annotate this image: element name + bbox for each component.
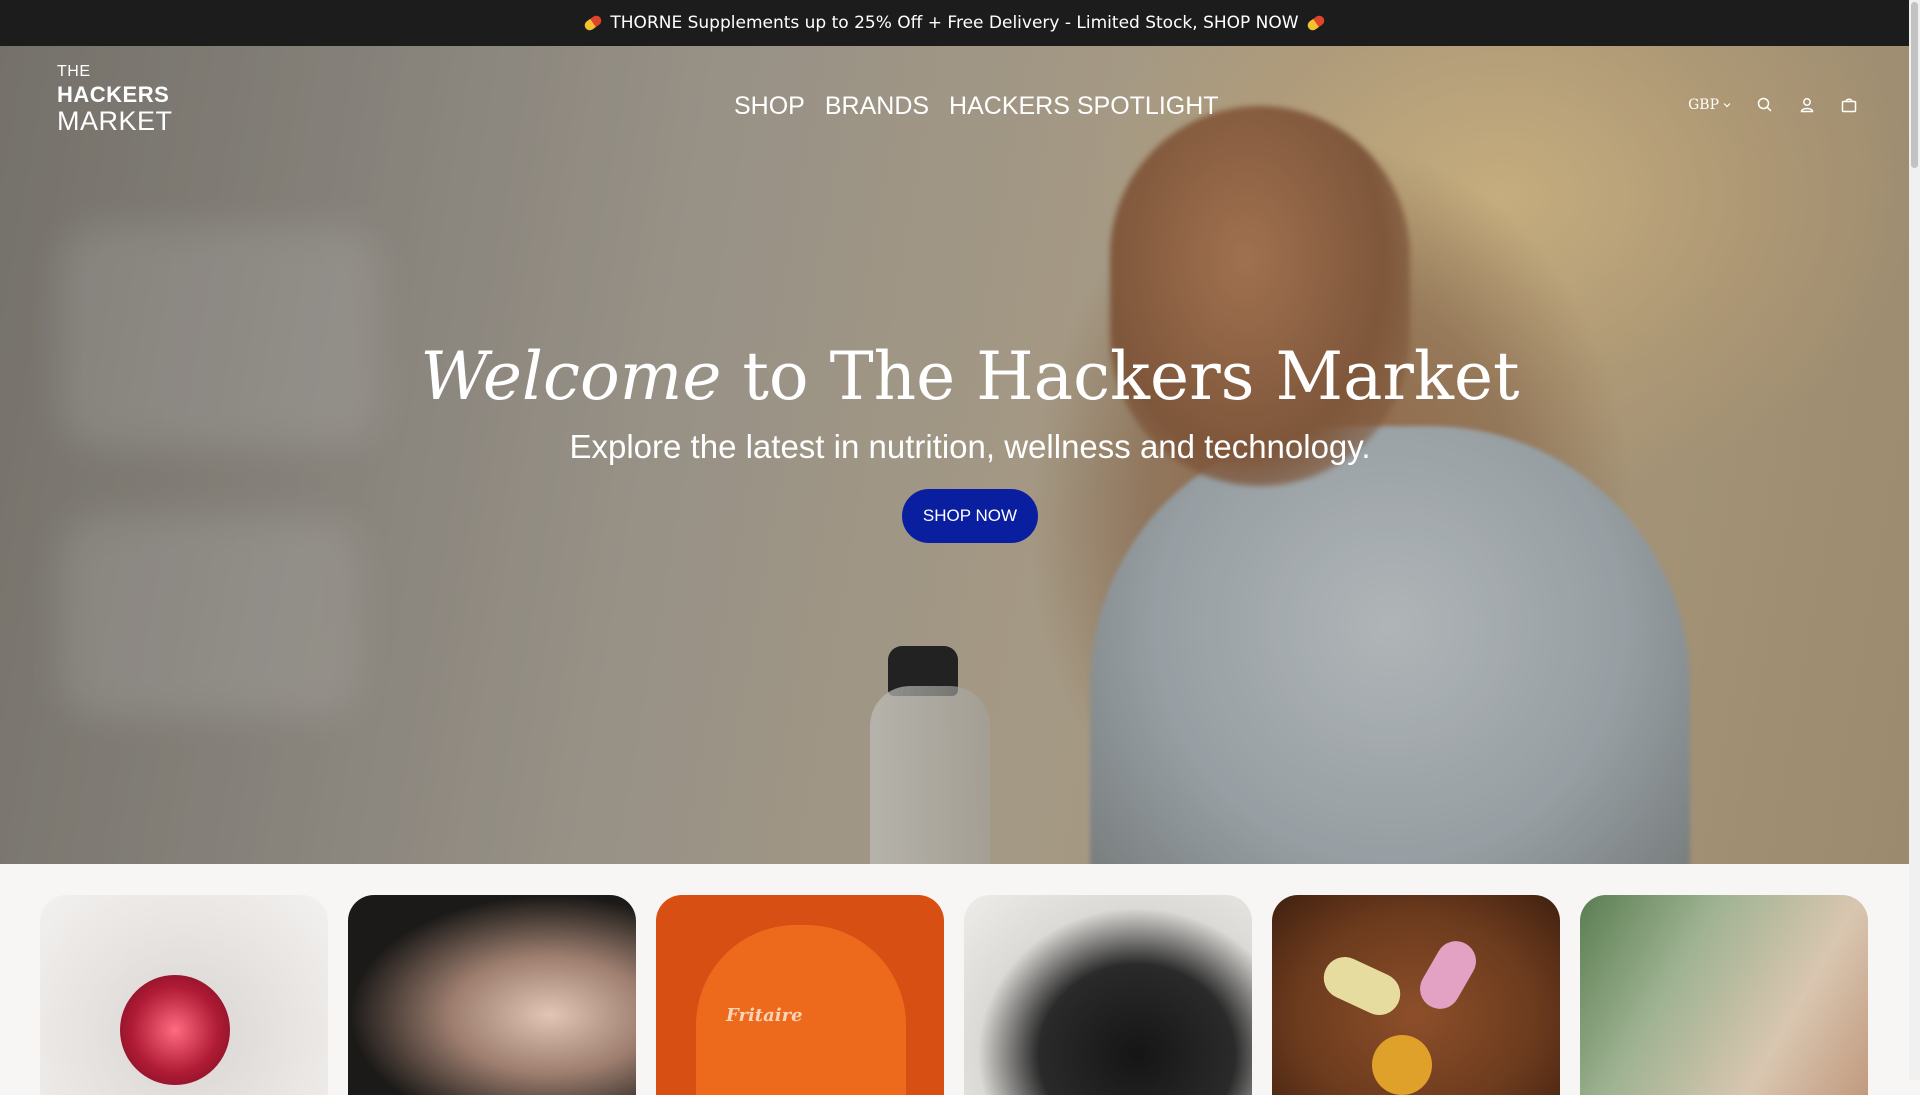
shop-now-button[interactable]: SHOP NOW — [902, 489, 1038, 543]
hero-subtitle: Explore the latest in nutrition, wellnes… — [569, 428, 1371, 465]
hero-title: Welcome to The Hackers Market — [0, 338, 1920, 415]
pill-icon — [1305, 13, 1326, 33]
main-nav: SHOP BRANDS HACKERS SPOTLIGHT — [734, 92, 1219, 121]
logo-line-1: THE — [57, 63, 91, 80]
header-tools: GBP — [1688, 96, 1858, 114]
search-icon[interactable] — [1756, 96, 1774, 114]
category-tile[interactable] — [348, 895, 636, 1095]
cart-icon[interactable] — [1840, 96, 1858, 114]
currency-selector[interactable]: GBP — [1688, 97, 1732, 113]
scrollbar-thumb[interactable] — [1911, 2, 1918, 168]
announcement-bar[interactable]: THORNE Supplements up to 25% Off + Free … — [0, 0, 1909, 46]
category-tile[interactable] — [1272, 895, 1560, 1095]
currency-label: GBP — [1688, 97, 1719, 113]
nav-item-brands[interactable]: BRANDS — [825, 92, 929, 121]
scrollbar[interactable] — [1909, 0, 1920, 1080]
tile-image-device — [120, 975, 230, 1085]
chevron-down-icon — [1723, 103, 1731, 108]
category-tile[interactable] — [40, 895, 328, 1095]
logo-line-3: MARKET — [57, 106, 173, 136]
tile-image-capsule — [1372, 1035, 1432, 1095]
logo-line-2: HACKERS — [57, 82, 170, 107]
tile-image-pill — [1412, 933, 1484, 1017]
category-tile[interactable] — [1580, 895, 1868, 1095]
pill-icon — [583, 13, 604, 33]
tile-brand-text: Fritaire — [726, 1005, 803, 1026]
hero-title-italic: Welcome — [420, 338, 722, 415]
nav-item-shop[interactable]: SHOP — [734, 92, 805, 121]
nav-item-hackers-spotlight[interactable]: HACKERS SPOTLIGHT — [949, 92, 1219, 121]
category-tiles: Fritaire — [40, 895, 1868, 1095]
category-tile[interactable]: Fritaire — [656, 895, 944, 1095]
site-logo[interactable]: THE HACKERS MARKET — [57, 64, 173, 135]
category-tile[interactable] — [964, 895, 1252, 1095]
hero-title-rest: to The Hackers Market — [742, 338, 1520, 415]
tile-image-pill — [1316, 950, 1408, 1022]
account-icon[interactable] — [1798, 96, 1816, 114]
announcement-text[interactable]: THORNE Supplements up to 25% Off + Free … — [610, 13, 1298, 33]
